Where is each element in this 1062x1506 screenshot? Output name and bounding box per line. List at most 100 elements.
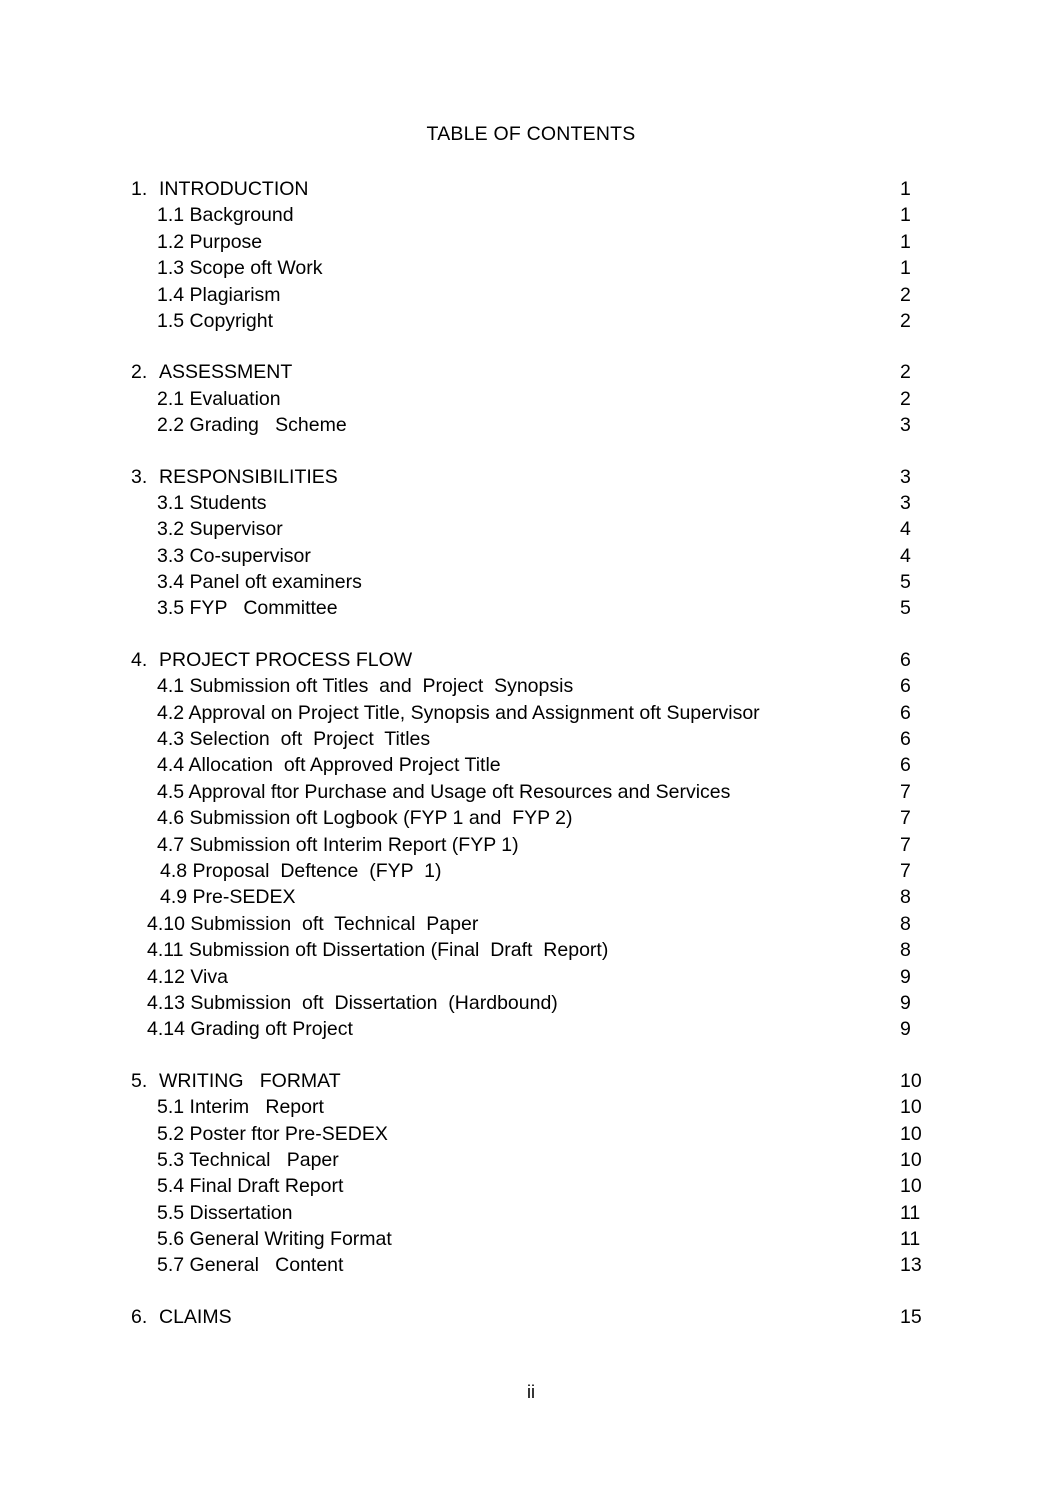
toc-entry-subsection[interactable]: 4.12 Viva 9 — [0, 964, 1062, 990]
chapter-title: RESPONSIBILITIES — [159, 465, 338, 488]
toc-entry-chapter[interactable]: 1. INTRODUCTION 1 — [0, 176, 1062, 202]
toc-entry-subsection[interactable]: 1.2 Purpose 1 — [0, 229, 1062, 255]
subsection-page-number: 1 — [900, 204, 911, 227]
subsection-page-number: 3 — [900, 491, 911, 514]
toc-entry-subsection[interactable]: 3.5 FYP Committee 5 — [0, 595, 1062, 621]
subsection-label: 4.14 Grading oft Project — [147, 1018, 353, 1041]
toc-entry-subsection[interactable]: 5.5 Dissertation 11 — [0, 1200, 1062, 1226]
toc-entry-subsection[interactable]: 5.3 Technical Paper 10 — [0, 1147, 1062, 1173]
subsection-label: 5.4 Final Draft Report — [157, 1175, 344, 1198]
subsection-page-number: 11 — [900, 1201, 921, 1224]
toc-entry-subsection[interactable]: 1.5 Copyright 2 — [0, 308, 1062, 334]
toc-entry-subsection[interactable]: 4.10 Submission oft Technical Paper 8 — [0, 911, 1062, 937]
subsection-label: 3.2 Supervisor — [157, 518, 283, 541]
subsection-page-number: 1 — [900, 230, 911, 253]
subsection-label: 1.5 Copyright — [157, 309, 273, 332]
subsection-label: 4.12 Viva — [147, 965, 228, 988]
subsection-label: 3.4 Panel oft examiners — [157, 571, 362, 594]
subsection-label: 5.7 General Content — [157, 1254, 344, 1277]
subsection-page-number: 10 — [900, 1096, 922, 1119]
toc-entry-subsection[interactable]: 4.7 Submission oft Interim Report (FYP 1… — [0, 832, 1062, 858]
subsection-page-number: 10 — [900, 1122, 922, 1145]
document-page: TABLE OF CONTENTS 1. INTRODUCTION 1 1.1 Bac… — [0, 0, 1062, 1506]
chapter-number: 1. — [131, 178, 148, 200]
toc-entry-subsection[interactable]: 4.4 Allocation oft Approved Project Titl… — [0, 752, 1062, 778]
toc-entry-chapter[interactable]: 5. WRITING FORMAT 10 — [0, 1068, 1062, 1094]
toc-entry-subsection[interactable]: 3.4 Panel oft examiners 5 — [0, 569, 1062, 595]
toc-entry-subsection[interactable]: 2.2 Grading Scheme 3 — [0, 412, 1062, 438]
toc-entry-subsection[interactable]: 5.2 Poster ftor Pre-SEDEX 10 — [0, 1121, 1062, 1147]
chapter-number: 4. — [131, 648, 148, 671]
page-folio: ii — [527, 1382, 535, 1402]
subsection-label: 4.13 Submission oft Dissertation (Hardbo… — [147, 991, 558, 1014]
subsection-label: 4.4 Allocation oft Approved Project Titl… — [157, 754, 501, 777]
toc-section-group: 3. RESPONSIBILITIES 3 3.1 Students 3 3.2 Supe… — [0, 464, 1062, 622]
toc-entry-subsection[interactable]: 4.8 Proposal Deftence (FYP 1) 7 — [0, 858, 1062, 884]
toc-entry-subsection[interactable]: 3.1 Students 3 — [0, 490, 1062, 516]
chapter-page-number: 10 — [900, 1069, 922, 1092]
chapter-page-number: 1 — [900, 178, 911, 200]
subsection-page-number: 6 — [900, 754, 911, 777]
toc-section-group: 6. CLAIMS 15 — [0, 1304, 1062, 1330]
toc-section-group: 2. ASSESSMENT 2 2.1 Evaluation 2 2.2 Grading … — [0, 359, 1062, 438]
subsection-page-number: 8 — [900, 912, 911, 935]
subsection-label: 4.7 Submission oft Interim Report (FYP 1… — [157, 833, 519, 856]
subsection-label: 4.2 Approval on Project Title, Synopsis … — [157, 701, 760, 724]
toc-entry-subsection[interactable]: 3.2 Supervisor 4 — [0, 516, 1062, 542]
subsection-label: 2.2 Grading Scheme — [157, 414, 347, 437]
toc-entry-chapter[interactable]: 2. ASSESSMENT 2 — [0, 359, 1062, 385]
toc-entry-subsection[interactable]: 4.3 Selection oft Project Titles 6 — [0, 726, 1062, 752]
toc-entry-subsection[interactable]: 5.7 General Content 13 — [0, 1252, 1062, 1278]
toc-entry-subsection[interactable]: 5.4 Final Draft Report 10 — [0, 1173, 1062, 1199]
toc-entry-subsection[interactable]: 2.1 Evaluation 2 — [0, 386, 1062, 412]
toc-entry-subsection[interactable]: 5.1 Interim Report 10 — [0, 1094, 1062, 1120]
toc-entry-subsection[interactable]: 3.3 Co-supervisor 4 — [0, 543, 1062, 569]
toc-entry-subsection[interactable]: 4.6 Submission oft Logbook (FYP 1 and FY… — [0, 805, 1062, 831]
chapter-title: PROJECT PROCESS FLOW — [159, 648, 413, 671]
chapter-title: ASSESSMENT — [159, 361, 293, 384]
toc-entry-subsection[interactable]: 4.1 Submission oft Titles and Project Sy… — [0, 673, 1062, 699]
subsection-label: 4.9 Pre-SEDEX — [160, 886, 296, 909]
chapter-page-number: 15 — [900, 1305, 922, 1328]
subsection-label: 2.1 Evaluation — [157, 387, 281, 410]
subsection-page-number: 4 — [900, 544, 911, 567]
toc-entry-subsection[interactable]: 4.11 Submission oft Dissertation (Final … — [0, 937, 1062, 963]
subsection-label: 3.5 FYP Committee — [157, 597, 338, 620]
toc-entry-subsection[interactable]: 4.13 Submission oft Dissertation (Hardbo… — [0, 990, 1062, 1016]
toc-entry-subsection[interactable]: 1.4 Plagiarism 2 — [0, 282, 1062, 308]
subsection-label: 5.1 Interim Report — [157, 1096, 324, 1119]
subsection-label: 5.2 Poster ftor Pre-SEDEX — [157, 1122, 388, 1145]
subsection-page-number: 7 — [900, 833, 911, 856]
subsection-label: 4.1 Submission oft Titles and Project Sy… — [157, 675, 574, 698]
subsection-label: 1.3 Scope oft Work — [157, 257, 323, 280]
chapter-page-number: 3 — [900, 465, 911, 488]
subsection-label: 3.1 Students — [157, 491, 267, 514]
chapter-number: 2. — [131, 361, 148, 384]
toc-entry-chapter[interactable]: 3. RESPONSIBILITIES 3 — [0, 464, 1062, 490]
subsection-label: 4.5 Approval ftor Purchase and Usage oft… — [157, 780, 731, 803]
chapter-title: WRITING FORMAT — [159, 1069, 341, 1092]
subsection-label: 4.10 Submission oft Technical Paper — [147, 912, 479, 935]
toc-entry-subsection[interactable]: 1.3 Scope oft Work 1 — [0, 255, 1062, 281]
subsection-page-number: 7 — [900, 807, 911, 830]
toc-entry-subsection[interactable]: 4.5 Approval ftor Purchase and Usage oft… — [0, 779, 1062, 805]
subsection-label: 4.8 Proposal Deftence (FYP 1) — [160, 859, 442, 882]
toc-entry-chapter[interactable]: 4. PROJECT PROCESS FLOW 6 — [0, 647, 1062, 673]
toc-section-group: 5. WRITING FORMAT 10 5.1 Interim Report 10 5.… — [0, 1068, 1062, 1279]
subsection-label: 5.5 Dissertation — [157, 1201, 293, 1224]
toc-entry-subsection[interactable]: 4.9 Pre-SEDEX 8 — [0, 884, 1062, 910]
toc-entry-chapter[interactable]: 6. CLAIMS 15 — [0, 1304, 1062, 1330]
toc-entry-subsection[interactable]: 5.6 General Writing Format 11 — [0, 1226, 1062, 1252]
toc-entry-subsection[interactable]: 4.2 Approval on Project Title, Synopsis … — [0, 700, 1062, 726]
chapter-number: 6. — [131, 1305, 148, 1328]
subsection-label: 5.3 Technical Paper — [157, 1148, 339, 1171]
chapter-title: INTRODUCTION — [159, 178, 309, 200]
toc-entry-subsection[interactable]: 4.14 Grading oft Project 9 — [0, 1016, 1062, 1042]
subsection-label: 4.6 Submission oft Logbook (FYP 1 and FY… — [157, 807, 573, 830]
subsection-page-number: 10 — [900, 1175, 922, 1198]
toc-entry-subsection[interactable]: 1.1 Background 1 — [0, 202, 1062, 228]
subsection-page-number: 5 — [900, 597, 911, 620]
